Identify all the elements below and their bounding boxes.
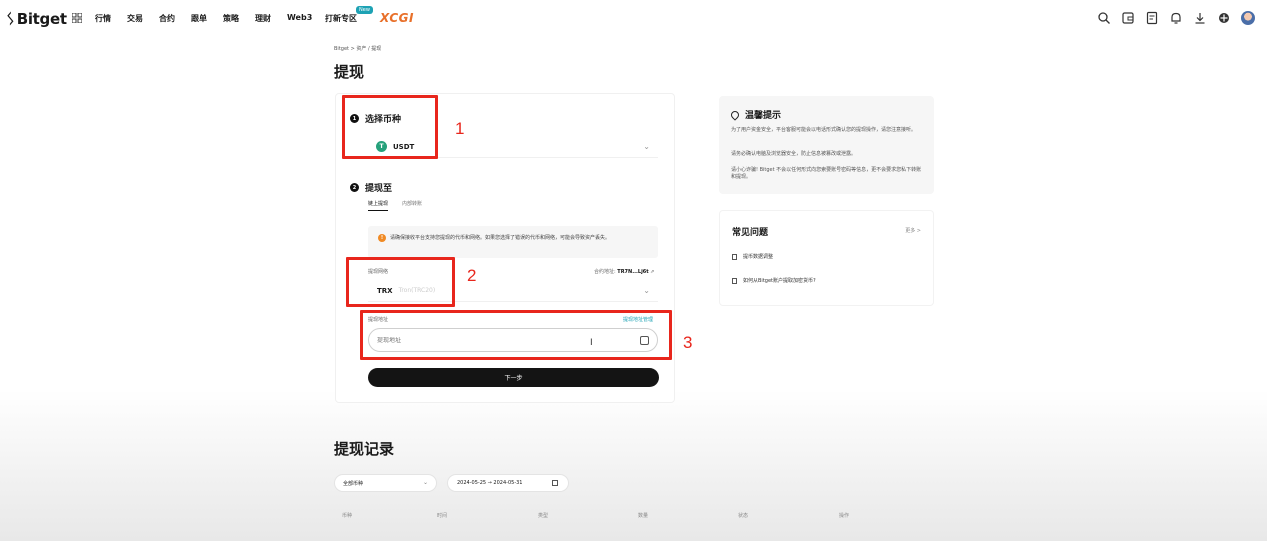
tips-title: 温馨提示 [745, 111, 782, 121]
history-title: 提现记录 [334, 440, 395, 458]
location-pin-icon [729, 108, 741, 121]
faq-item[interactable]: 提币数据调整 [732, 253, 773, 260]
tips-line-3: 请小心诈骗! Bitget 不会以任何形式向您索要账号密码等信息，更不会要求您私… [731, 167, 922, 180]
faq-item-label: 提币数据调整 [743, 254, 774, 260]
warning-icon: ! [378, 234, 386, 242]
calendar-icon [552, 480, 558, 486]
document-icon [732, 277, 737, 284]
header-actions [1097, 11, 1255, 25]
brand-name: Bitget [16, 10, 67, 28]
column-header-amount: 数量 [638, 513, 649, 519]
contract-address[interactable]: 合约地址: TR7N...Lj6t ⇗ [594, 268, 654, 275]
wallet-icon[interactable] [1121, 11, 1135, 25]
faq-title: 常见问题 [732, 228, 769, 238]
document-icon [732, 253, 737, 260]
contract-label: 合约地址: [594, 269, 618, 275]
warning-text: 请确保接收平台支持您提现的代币和网络。如果您选择了错误的代币和网络，可能会导致资… [390, 235, 611, 241]
new-badge: New [356, 6, 373, 14]
nav-web3[interactable]: Web3 [287, 13, 312, 22]
annotation-box-3 [360, 310, 672, 360]
annotation-box-2 [346, 257, 455, 307]
orders-icon[interactable] [1145, 11, 1159, 25]
date-range-picker[interactable]: 2024-05-25 → 2024-05-31 [447, 474, 569, 492]
annotation-number-1: 1 [455, 119, 465, 138]
nav-markets[interactable]: 行情 [95, 13, 111, 24]
faq-panel: 常见问题 更多 > 提币数据调整 如何从Bitget账户提取加密货币? [719, 210, 934, 306]
download-icon[interactable] [1193, 11, 1207, 25]
step-withdraw-to: 2 提现至 [350, 181, 392, 194]
tips-line-1: 为了用户资金安全，平台客服可能会以电话形式确认您的提现操作，请您注意接听。 [731, 127, 917, 133]
nav-copy-trading[interactable]: 跟单 [191, 13, 207, 24]
annotation-number-3: 3 [683, 333, 693, 352]
breadcrumb[interactable]: Bitget > 资产 / 提现 [334, 45, 381, 52]
column-header-type: 类型 [538, 513, 549, 519]
coin-filter-select[interactable]: 全部币种 ⌄ [334, 474, 437, 492]
column-header-action: 操作 [839, 513, 850, 519]
search-icon[interactable] [1097, 11, 1111, 25]
tips-line-2: 请务必确认电脑及浏览器安全，防止信息被篡改或泄露。 [731, 151, 857, 157]
bell-icon[interactable] [1169, 11, 1183, 25]
chevron-down-icon: ⌄ [643, 142, 650, 151]
xcgi-promo-logo[interactable]: XCGI [380, 11, 414, 25]
top-nav: ᛊ Bitget 行情 交易 合约 跟单 策略 理财 Web3 打新专区 New… [0, 0, 1267, 38]
step-title: 提现至 [365, 184, 393, 194]
date-range-value: 2024-05-25 → 2024-05-31 [457, 480, 523, 486]
step-number-2: 2 [350, 183, 359, 192]
nav-trade[interactable]: 交易 [127, 13, 143, 24]
coin-filter-value: 全部币种 [343, 480, 364, 487]
warning-notice: ! 请确保接收平台支持您提现的代币和网络。如果您选择了错误的代币和网络，可能会导… [368, 226, 658, 258]
apps-grid-icon[interactable] [72, 13, 82, 23]
faq-item-label: 如何从Bitget账户提取加密货币? [743, 278, 816, 284]
tips-panel: 温馨提示 为了用户资金安全，平台客服可能会以电话形式确认您的提现操作，请您注意接… [719, 96, 934, 194]
chevron-down-icon: ⌄ [643, 286, 650, 295]
column-header-status: 状态 [738, 513, 749, 519]
page-title: 提现 [334, 63, 365, 81]
contract-value: TR7N...Lj6t [617, 269, 649, 275]
user-avatar[interactable] [1241, 11, 1255, 25]
bitget-logo-icon: ᛊ [6, 10, 15, 28]
annotation-number-2: 2 [467, 266, 477, 285]
bitget-logo[interactable]: ᛊ Bitget [6, 10, 67, 28]
globe-icon[interactable] [1217, 11, 1231, 25]
tips-heading: 温馨提示 [729, 108, 782, 121]
withdraw-type-tabs: 链上提现 内部转账 [368, 200, 422, 211]
nav-bots[interactable]: 策略 [223, 13, 239, 24]
faq-more-link[interactable]: 更多 > [905, 227, 921, 234]
column-header-time: 时间 [437, 513, 448, 519]
faq-item[interactable]: 如何从Bitget账户提取加密货币? [732, 277, 816, 284]
nav-futures[interactable]: 合约 [159, 13, 175, 24]
next-step-button[interactable]: 下一步 [368, 368, 659, 387]
column-header-coin: 币种 [342, 513, 353, 519]
nav-launchpad[interactable]: 打新专区 [325, 13, 357, 24]
annotation-box-1 [342, 95, 438, 159]
tab-onchain[interactable]: 链上提现 [368, 200, 389, 211]
tab-internal-transfer[interactable]: 内部转账 [402, 200, 422, 211]
external-link-icon: ⇗ [650, 269, 655, 275]
nav-earn[interactable]: 理财 [255, 13, 271, 24]
chevron-down-icon: ⌄ [422, 479, 428, 486]
